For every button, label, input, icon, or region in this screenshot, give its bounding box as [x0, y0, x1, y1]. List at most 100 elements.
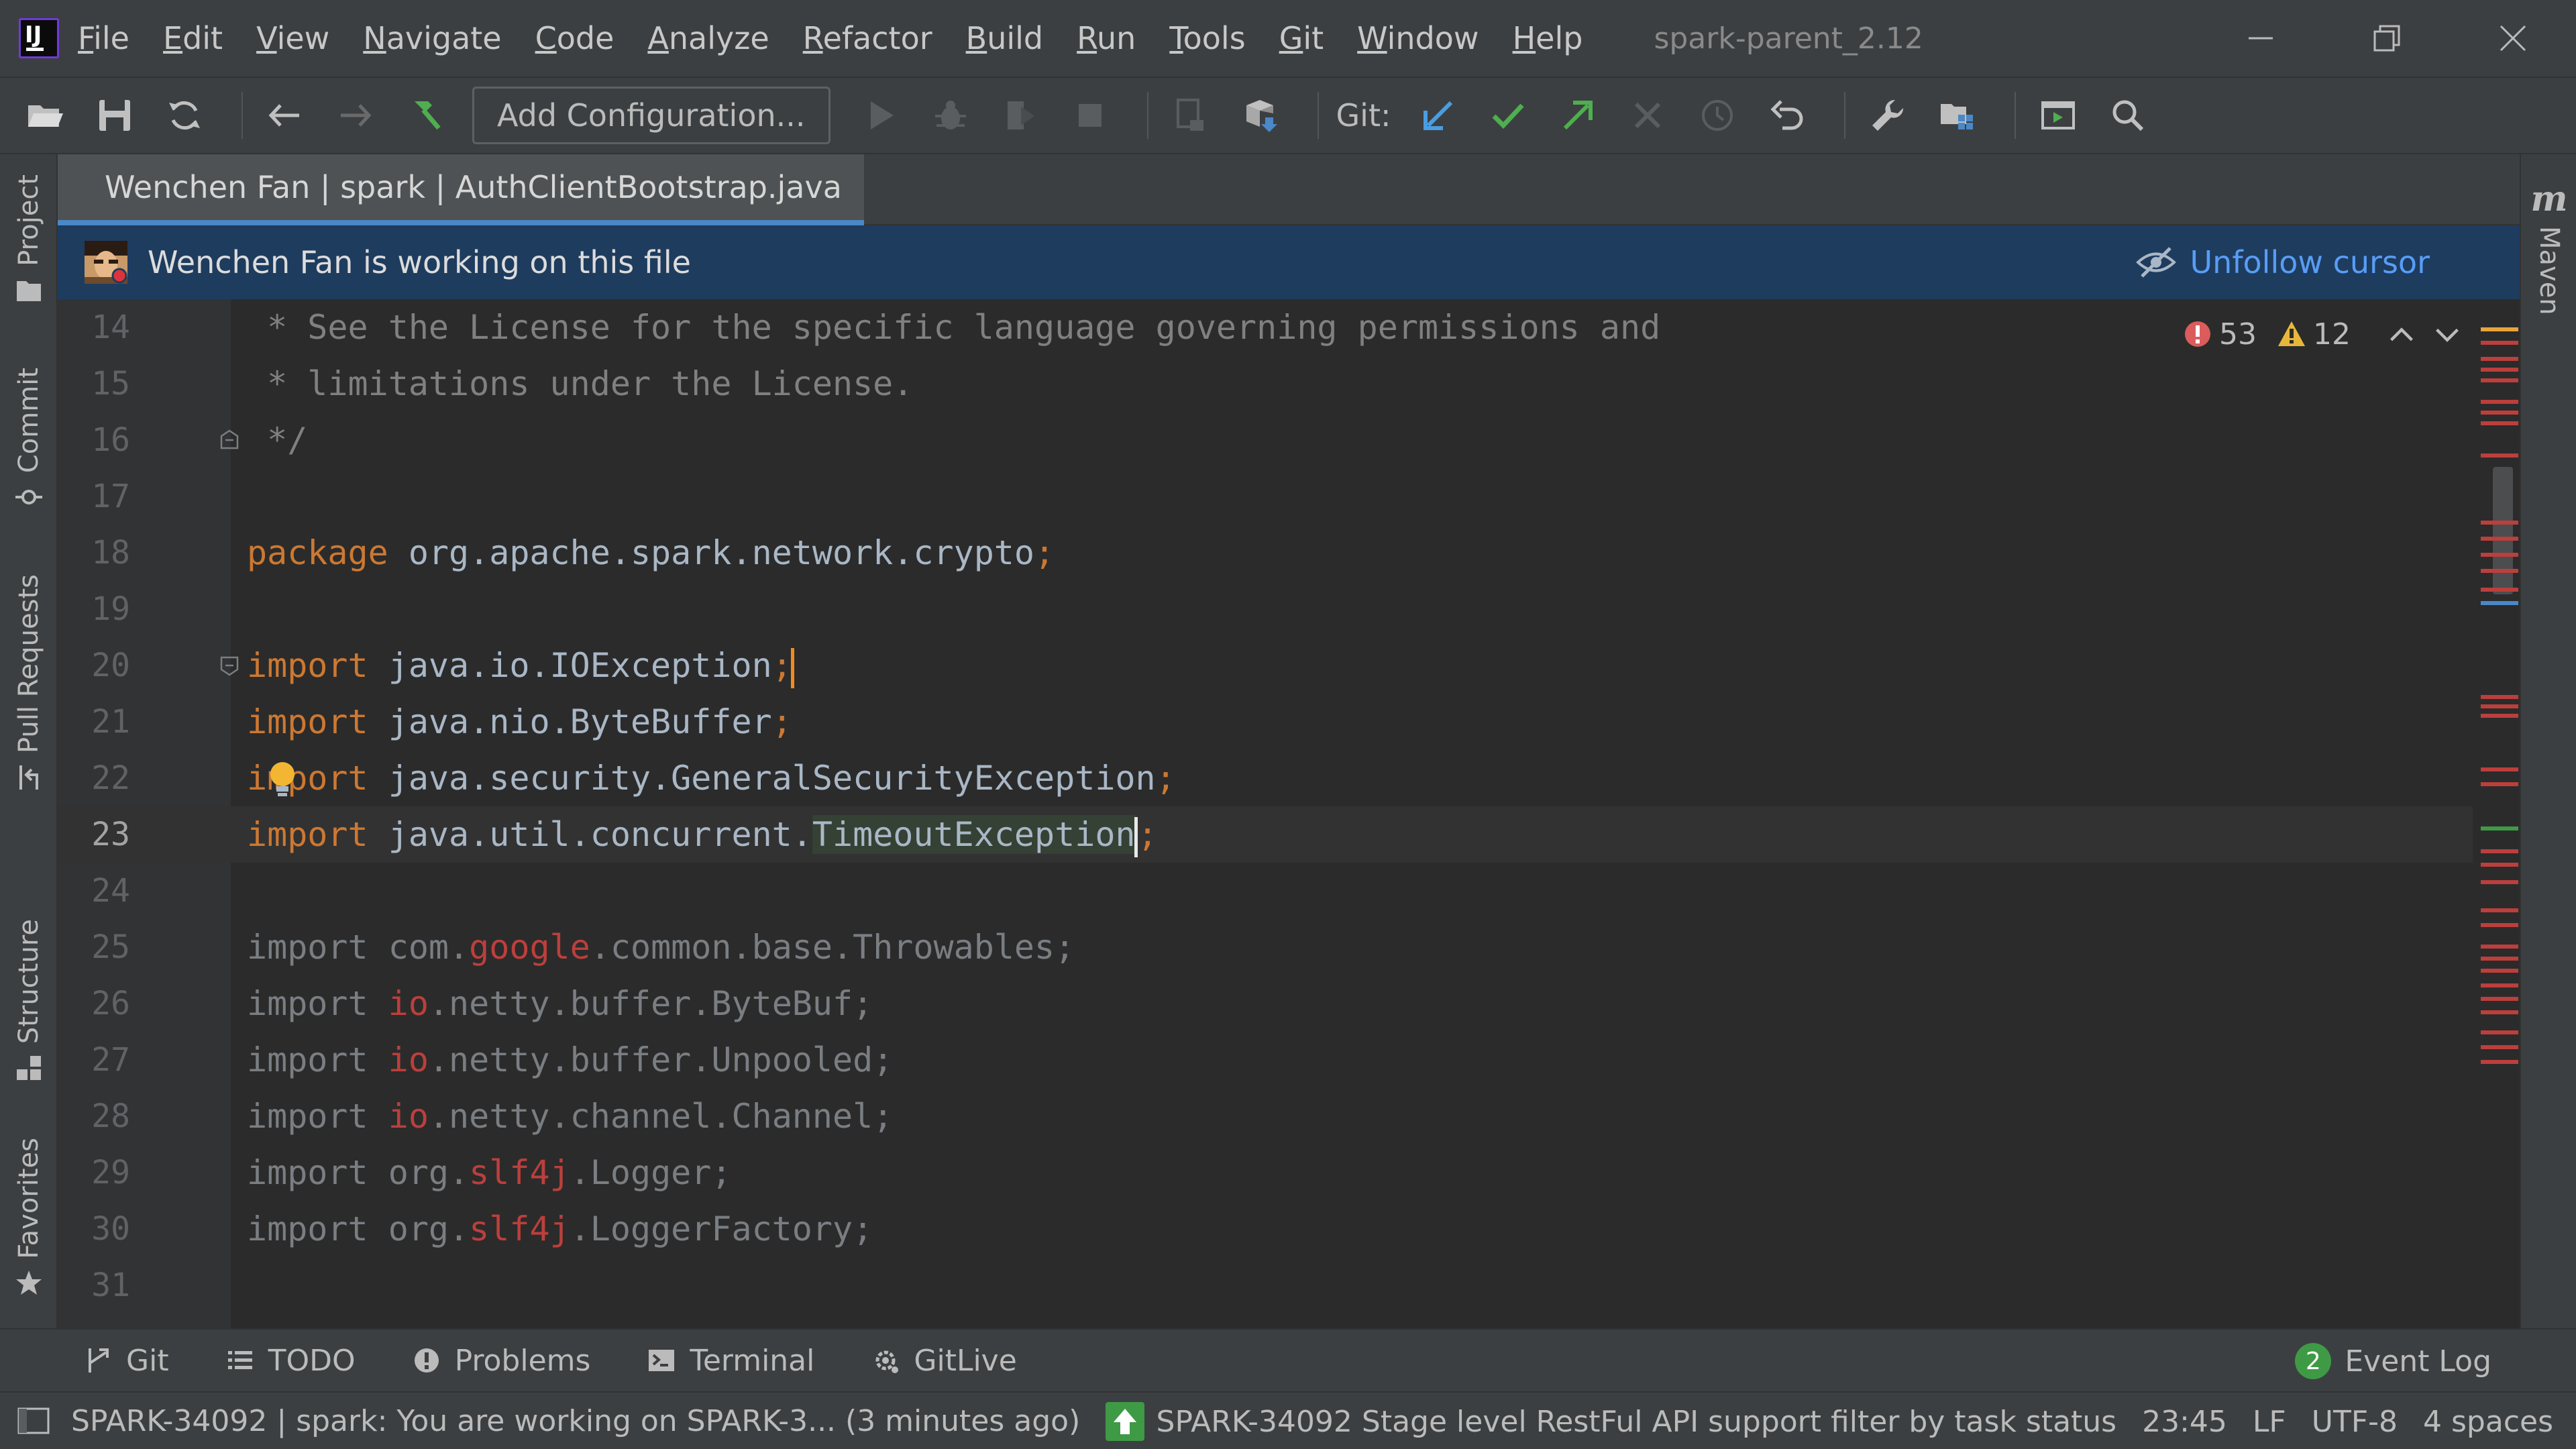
error-stripe-mark[interactable] [2481, 421, 2518, 425]
error-stripe-mark[interactable] [2481, 880, 2518, 884]
tool-tab-commit[interactable]: Commit [0, 368, 58, 512]
line-number[interactable]: 31 [58, 1257, 130, 1313]
error-stripe-mark[interactable] [2481, 997, 2518, 1001]
error-stripe-mark[interactable] [2481, 782, 2518, 786]
menu-window[interactable]: Window [1357, 20, 1479, 56]
error-stripe-mark[interactable] [2481, 714, 2518, 718]
code-line[interactable]: 21 import java.nio.ByteBuffer; [58, 694, 2473, 750]
tool-tab-gitlive[interactable]: GitLive [871, 1344, 1017, 1378]
error-stripe-mark[interactable] [2481, 1060, 2518, 1064]
error-stripe-mark[interactable] [2481, 453, 2518, 458]
intention-bulb-icon[interactable] [267, 759, 298, 798]
code-line[interactable]: 20 import java.io.IOException; [58, 637, 2473, 694]
menu-git[interactable]: Git [1279, 20, 1324, 56]
code-line[interactable]: 25 import com.google.common.base.Throwabl… [58, 919, 2473, 975]
chevron-up-icon[interactable] [2387, 319, 2416, 349]
code-line[interactable]: 26 import io.netty.buffer.ByteBuf; [58, 975, 2473, 1032]
tool-tab-structure[interactable]: Structure [0, 919, 58, 1083]
line-separator[interactable]: LF [2253, 1405, 2286, 1439]
project-structure-button[interactable] [1930, 88, 1985, 143]
error-stripe-mark[interactable] [2481, 327, 2518, 331]
error-stripe-mark[interactable] [2481, 969, 2518, 973]
error-stripe-mark[interactable] [2481, 983, 2518, 987]
status-message[interactable]: SPARK-34092 | spark: You are working on … [71, 1404, 1080, 1438]
stop-button[interactable] [1063, 88, 1118, 143]
code-line[interactable]: 14 * See the License for the specific la… [58, 299, 2473, 356]
line-number[interactable]: 30 [58, 1201, 130, 1257]
error-stripe-mark[interactable] [2481, 945, 2518, 949]
line-number[interactable]: 27 [58, 1032, 130, 1088]
minimize-button[interactable] [2198, 0, 2324, 76]
line-number[interactable]: 25 [58, 919, 130, 975]
line-number[interactable]: 15 [58, 356, 130, 412]
back-button[interactable] [258, 88, 313, 143]
file-encoding[interactable]: UTF-8 [2312, 1405, 2398, 1439]
tool-tab-todo[interactable]: TODO [225, 1344, 356, 1378]
code-line[interactable]: 22 import java.security.GeneralSecurityEx… [58, 750, 2473, 806]
intellij-logo-icon[interactable]: IJ [19, 18, 59, 58]
error-stripe-mark[interactable] [2481, 553, 2518, 557]
error-stripe-mark[interactable] [2481, 368, 2518, 372]
update-running-app-button[interactable] [1233, 88, 1288, 143]
error-stripe-mark[interactable] [2481, 400, 2518, 404]
task-upload-icon[interactable] [1104, 1401, 1146, 1442]
error-stripe-mark[interactable] [2481, 569, 2518, 573]
code-line[interactable]: 28 import io.netty.channel.Channel; [58, 1088, 2473, 1144]
line-number[interactable]: 29 [58, 1144, 130, 1201]
tool-tab-maven[interactable]: m Maven [2521, 178, 2576, 315]
error-stripe-mark[interactable] [2481, 826, 2518, 830]
menu-build[interactable]: Build [966, 20, 1043, 56]
code-editor[interactable]: 14 * See the License for the specific la… [58, 299, 2520, 1328]
open-button[interactable] [17, 88, 72, 143]
code-line[interactable]: 16 */ [58, 412, 2473, 468]
error-stripe-mark[interactable] [2481, 378, 2518, 382]
attach-debugger-button[interactable] [1163, 88, 1218, 143]
run-anything-button[interactable] [2031, 88, 2086, 143]
error-stripe-mark[interactable] [2481, 704, 2518, 708]
git-rollback-button[interactable] [1760, 88, 1815, 143]
menu-tools[interactable]: Tools [1169, 20, 1245, 56]
code-line[interactable]: 31 [58, 1257, 2473, 1313]
error-stripe-mark[interactable] [2481, 1045, 2518, 1049]
code-line[interactable]: 15 * limitations under the License. [58, 356, 2473, 412]
menu-file[interactable]: File [78, 20, 129, 56]
build-button[interactable] [397, 88, 452, 143]
active-task[interactable]: SPARK-34092 Stage level RestFul API supp… [1157, 1405, 2117, 1439]
line-number[interactable]: 19 [58, 581, 130, 637]
error-stripe-mark[interactable] [2481, 357, 2518, 361]
error-stripe-mark[interactable] [2481, 863, 2518, 867]
git-history-button[interactable] [1690, 88, 1745, 143]
line-number[interactable]: 24 [58, 863, 130, 919]
code-line[interactable]: 24 [58, 863, 2473, 919]
editor-tab-active[interactable]: Wenchen Fan | spark | AuthClientBootstra… [58, 154, 864, 225]
sync-button[interactable] [157, 88, 212, 143]
line-number[interactable]: 18 [58, 525, 130, 581]
error-stripe-mark[interactable] [2481, 1030, 2518, 1034]
error-stripe-mark[interactable] [2481, 923, 2518, 927]
git-commit-button[interactable] [1481, 88, 1536, 143]
debug-button[interactable] [923, 88, 978, 143]
close-window-button[interactable] [2450, 0, 2576, 76]
forward-button[interactable] [327, 88, 382, 143]
fold-start-icon[interactable] [217, 653, 241, 678]
settings-button[interactable] [1860, 88, 1915, 143]
menu-run[interactable]: Run [1077, 20, 1136, 56]
line-number[interactable]: 28 [58, 1088, 130, 1144]
error-stripe-mark[interactable] [2481, 957, 2518, 961]
error-stripe-mark[interactable] [2481, 411, 2518, 415]
search-everywhere-button[interactable] [2100, 88, 2155, 143]
code-line[interactable]: 17 [58, 468, 2473, 525]
coverage-button[interactable] [993, 88, 1048, 143]
tool-tab-git[interactable]: Git [83, 1344, 169, 1378]
caret-position[interactable]: 23:45 [2142, 1405, 2227, 1439]
tool-tab-favorites[interactable]: Favorites [0, 1138, 58, 1298]
error-stripe-mark[interactable] [2481, 1010, 2518, 1014]
git-push-button[interactable] [1550, 88, 1605, 143]
tool-tab-problems[interactable]: Problems [412, 1344, 590, 1378]
tool-tab-pull-requests[interactable]: Pull Requests [0, 574, 58, 792]
line-number[interactable]: 20 [58, 637, 130, 694]
code-line[interactable]: 23 import java.util.concurrent.TimeoutExc… [58, 806, 2473, 863]
error-stripe-mark[interactable] [2481, 849, 2518, 853]
indent-setting[interactable]: 4 spaces [2423, 1405, 2553, 1439]
code-line[interactable]: 27 import io.netty.buffer.Unpooled; [58, 1032, 2473, 1088]
